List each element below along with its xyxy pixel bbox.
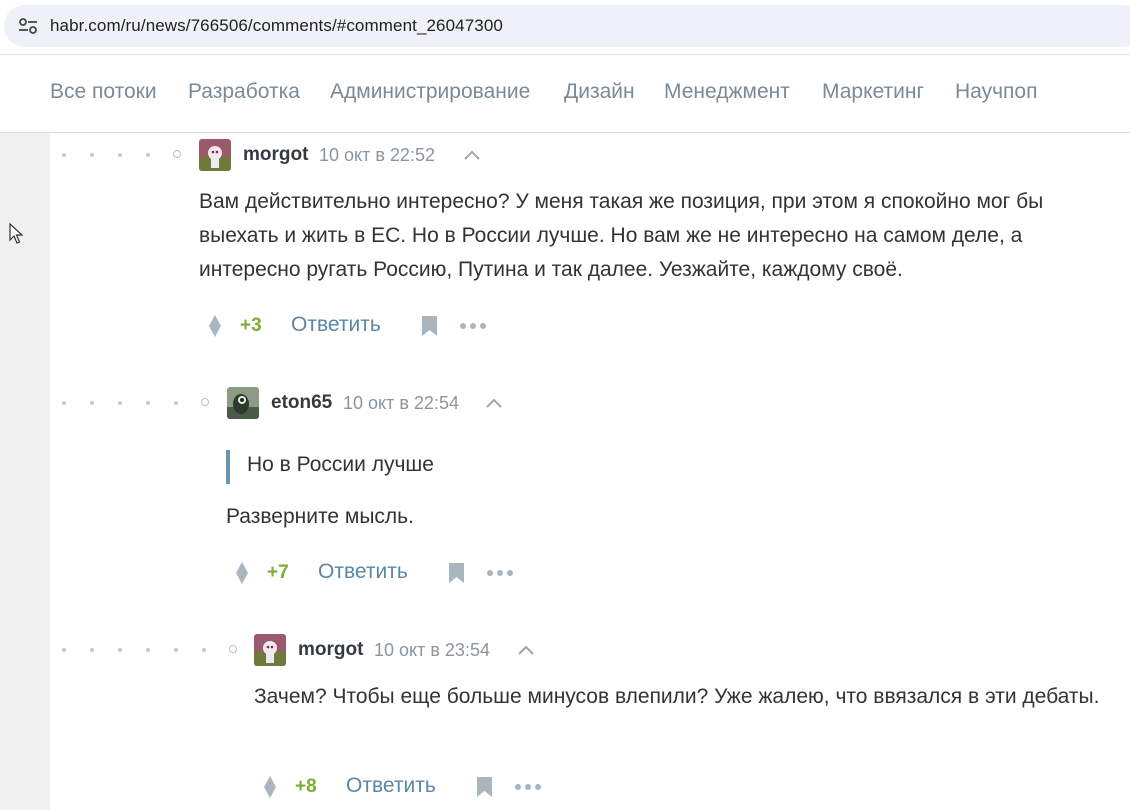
chevron-up-icon[interactable] xyxy=(463,149,481,161)
comments-thread: morgot 10 окт в 22:52 Вам действительно … xyxy=(50,133,1130,810)
avatar[interactable] xyxy=(254,634,286,666)
quote: Но в России лучше xyxy=(226,450,434,484)
comment-text: Разверните мысль. xyxy=(226,505,414,528)
thread-level-indicator xyxy=(62,398,212,408)
vote-icon[interactable] xyxy=(208,314,222,338)
reply-button[interactable]: Ответить xyxy=(291,313,381,337)
nav-item-development[interactable]: Разработка xyxy=(188,80,300,104)
comment-time[interactable]: 10 окт в 22:52 xyxy=(319,145,435,166)
thread-level-indicator xyxy=(62,645,240,655)
avatar[interactable] xyxy=(227,387,259,419)
tune-icon[interactable] xyxy=(18,17,38,35)
comment-time[interactable]: 10 окт в 22:54 xyxy=(343,393,459,414)
nav-item-administration[interactable]: Администрирование xyxy=(330,80,530,104)
comment-score: +8 xyxy=(295,776,317,797)
nav-item-popsci[interactable]: Научпоп xyxy=(955,80,1037,104)
comment-score: +7 xyxy=(267,562,289,583)
section-nav: Все потоки Разработка Администрирование … xyxy=(0,55,1130,133)
url-text: habr.com/ru/news/766506/comments/#commen… xyxy=(50,16,503,35)
comment-text: Зачем? Чтобы еще больше минусов влепили?… xyxy=(254,685,1100,708)
chevron-up-icon[interactable] xyxy=(485,397,503,409)
chevron-up-icon[interactable] xyxy=(517,644,535,656)
comment-author[interactable]: morgot xyxy=(243,144,308,166)
reply-button[interactable]: Ответить xyxy=(346,774,436,798)
more-options-icon[interactable] xyxy=(514,783,542,791)
reply-button[interactable]: Ответить xyxy=(318,560,408,584)
bookmark-icon[interactable] xyxy=(476,776,493,798)
mouse-cursor-icon xyxy=(9,223,23,244)
vote-icon[interactable] xyxy=(263,775,277,799)
comment-author[interactable]: eton65 xyxy=(271,392,332,414)
url-field[interactable]: habr.com/ru/news/766506/comments/#commen… xyxy=(4,5,1130,47)
browser-address-bar: habr.com/ru/news/766506/comments/#commen… xyxy=(0,0,1130,55)
comment-time[interactable]: 10 окт в 23:54 xyxy=(374,640,490,661)
nav-item-design[interactable]: Дизайн xyxy=(564,80,635,104)
comment-score: +3 xyxy=(240,315,262,336)
more-options-icon[interactable] xyxy=(459,322,487,330)
bookmark-icon[interactable] xyxy=(421,315,438,337)
nav-item-management[interactable]: Менеджмент xyxy=(664,80,790,104)
nav-item-all-flows[interactable]: Все потоки xyxy=(50,80,157,104)
thread-level-indicator xyxy=(62,150,182,160)
comment-author[interactable]: morgot xyxy=(298,639,363,661)
bookmark-icon[interactable] xyxy=(448,562,465,584)
vote-icon[interactable] xyxy=(235,561,249,585)
more-options-icon[interactable] xyxy=(486,569,514,577)
nav-item-marketing[interactable]: Маркетинг xyxy=(822,80,924,104)
avatar[interactable] xyxy=(199,139,231,171)
comment-text: Вам действительно интересно? У меня така… xyxy=(199,190,1044,281)
